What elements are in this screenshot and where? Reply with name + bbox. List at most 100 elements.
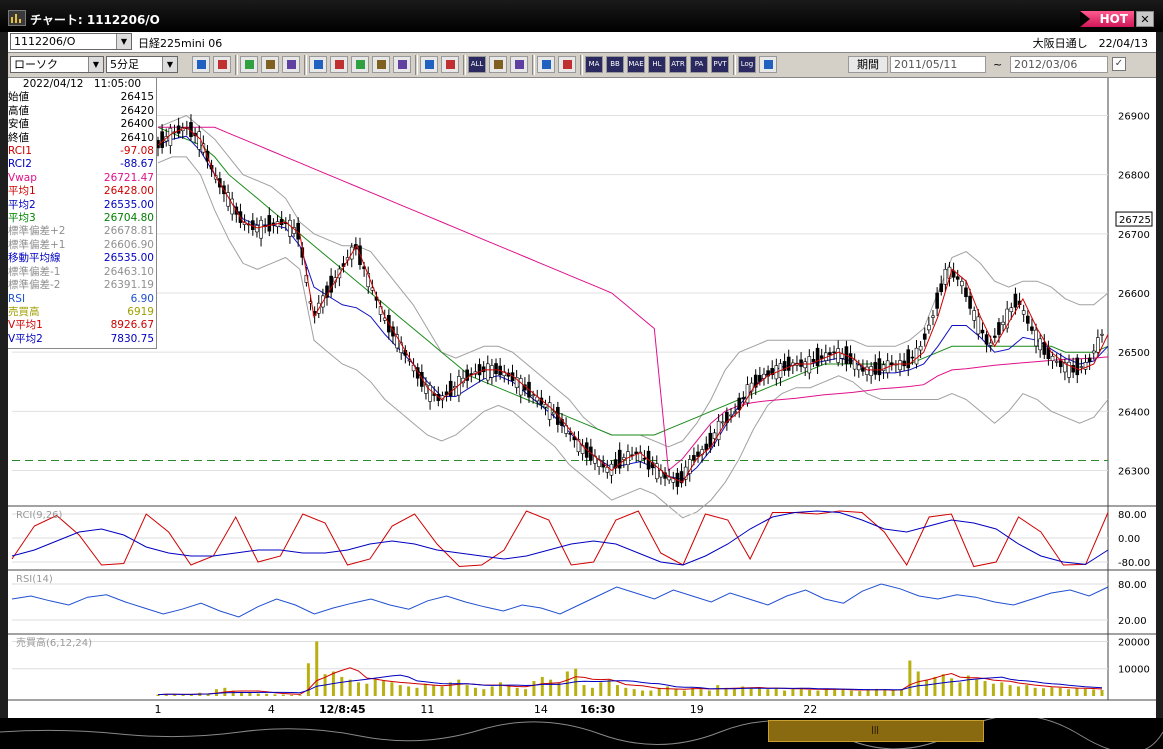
pvt-icon[interactable]: PVT <box>711 56 729 73</box>
paint-icon[interactable] <box>510 56 528 73</box>
scrollbar-thumb[interactable]: ||| <box>768 720 984 742</box>
candle-body <box>279 218 284 225</box>
period-button[interactable]: 期間 <box>848 56 888 73</box>
settings-icon[interactable] <box>489 56 507 73</box>
symbol-value: 1112206/O <box>14 35 76 48</box>
chevron-down-icon[interactable]: ▼ <box>88 57 103 72</box>
bar-chart-icon[interactable] <box>282 56 300 73</box>
chart-type-select[interactable]: ローソク ▼ <box>10 56 104 73</box>
cursor-icon[interactable] <box>330 56 348 73</box>
candle-body <box>259 219 263 239</box>
window-title: チャート: 1112206/O <box>30 13 160 27</box>
zoom-icon[interactable] <box>192 56 210 73</box>
rci-tick-label: 80.00 <box>1118 510 1147 521</box>
volume-bar <box>791 689 795 696</box>
info-label: 終値 <box>8 131 29 144</box>
bb-icon[interactable]: BB <box>606 56 624 73</box>
rsi-tick-label: 80.00 <box>1118 580 1147 591</box>
chevron-down-icon[interactable]: ▼ <box>116 34 131 49</box>
toolbar-separator <box>580 55 583 75</box>
info-value: 26606.90 <box>103 238 154 251</box>
arrow-icon[interactable] <box>372 56 390 73</box>
rsi-title: RSI(14) <box>16 574 53 585</box>
info-row: 平均1 26428.00 <box>8 185 156 198</box>
candle-split-icon[interactable] <box>441 56 459 73</box>
date-to-field[interactable]: 2012/03/06 <box>1010 56 1108 73</box>
chart-area[interactable]: 26900 26800 26700 26600 26500 26400 26300 26725… <box>8 78 1156 718</box>
log-icon[interactable]: Log <box>738 56 756 73</box>
ma-icon[interactable]: MA <box>585 56 603 73</box>
info-row: 始値 26415 <box>8 91 156 104</box>
candle-body <box>906 349 911 369</box>
checkbox[interactable]: ✓ <box>1112 57 1126 71</box>
price-tick-label: 26600 <box>1118 289 1150 300</box>
volume-bar <box>632 689 636 696</box>
info-value: 26420 <box>120 104 154 117</box>
info-value: 6919 <box>127 305 154 318</box>
volume-bar <box>549 679 553 696</box>
volume-bar <box>599 682 603 696</box>
candle-body <box>955 276 960 280</box>
horizontal-scrollbar[interactable] <box>0 718 1163 749</box>
symbol-combo[interactable]: 1112206/O ▼ <box>10 33 132 50</box>
pencil-icon[interactable] <box>351 56 369 73</box>
candle-body <box>617 449 622 469</box>
candle-body <box>939 283 944 293</box>
interval-select[interactable]: 5分足 ▼ <box>106 56 178 73</box>
toolbar-separator <box>532 55 535 75</box>
candle-body <box>1079 366 1084 368</box>
candle-body <box>898 360 902 371</box>
candle-body <box>910 356 915 359</box>
volume-bar <box>615 685 619 696</box>
atr-icon[interactable]: ATR <box>669 56 687 73</box>
candle-body <box>964 287 968 298</box>
candle-body <box>642 457 647 460</box>
toolbar-separator <box>304 55 307 75</box>
candle-body <box>960 281 964 287</box>
volume-title: 売買高(6,12,24) <box>16 636 92 649</box>
window-titlebar: チャート: 1112206/O HOT ✕ <box>0 0 1163 32</box>
volume-bar <box>925 679 929 696</box>
search-chart-icon[interactable] <box>261 56 279 73</box>
info-row: 終値 26410 <box>8 132 156 145</box>
candle-icon[interactable] <box>420 56 438 73</box>
pin-icon[interactable] <box>240 56 258 73</box>
candle-body <box>692 455 696 461</box>
info-row: RCI1 -97.08 <box>8 145 156 158</box>
info-row: 標準偏差-2 26391.19 <box>8 279 156 292</box>
rsi-tick-label: 20.00 <box>1118 616 1147 627</box>
volume-bar <box>1050 687 1054 696</box>
candle-body <box>197 131 202 150</box>
chart-canvas[interactable]: 26900 26800 26700 26600 26500 26400 26300 26725… <box>8 78 1156 718</box>
all-icon[interactable]: ALL <box>468 56 486 73</box>
info-label: 安値 <box>8 118 29 131</box>
volume-bar <box>1033 687 1037 696</box>
volume-bar <box>858 691 862 696</box>
price-tick-label: 26700 <box>1118 230 1150 241</box>
hl-icon[interactable]: HL <box>648 56 666 73</box>
export-icon[interactable] <box>759 56 777 73</box>
info-label: 標準偏差-2 <box>8 279 61 292</box>
candle-body <box>1096 337 1100 353</box>
info-timestamp: 2022/04/12 11:05:00 <box>22 78 142 90</box>
close-icon[interactable]: ✕ <box>1136 11 1154 27</box>
candle-body <box>984 334 989 345</box>
compare-icon[interactable] <box>309 56 327 73</box>
candle-body <box>288 219 292 237</box>
volume-bar <box>473 687 477 696</box>
mae-icon[interactable]: MAE <box>627 56 645 73</box>
candle-body <box>828 352 832 356</box>
chevron-down-icon[interactable]: ▼ <box>162 57 177 72</box>
candle-body <box>803 361 807 369</box>
volume-bar <box>732 689 736 696</box>
para-icon[interactable]: PA RA <box>690 56 708 73</box>
volume-bar <box>540 676 544 696</box>
candle-body <box>1042 341 1047 355</box>
hot-button[interactable]: HOT <box>1080 11 1134 27</box>
palette-icon[interactable] <box>537 56 555 73</box>
date-from-field[interactable]: 2011/05/11 <box>890 56 986 73</box>
rotate-icon[interactable] <box>393 56 411 73</box>
chart-background <box>8 78 1156 718</box>
grid-icon[interactable] <box>558 56 576 73</box>
crosshair-icon[interactable] <box>213 56 231 73</box>
